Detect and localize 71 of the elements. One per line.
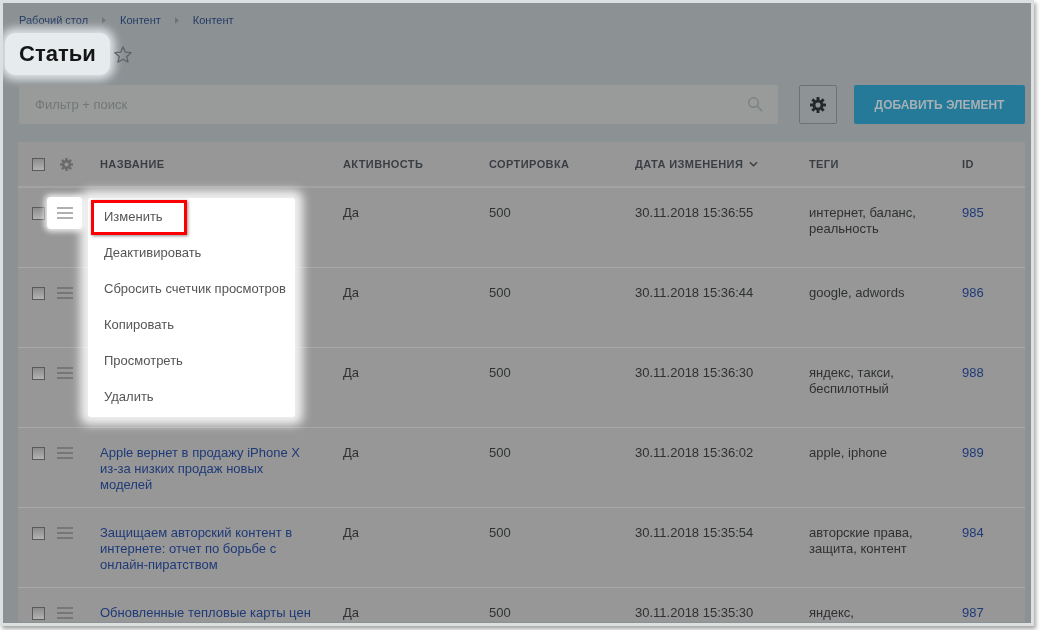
- row-checkbox[interactable]: [32, 607, 45, 620]
- id-link[interactable]: 988: [962, 365, 984, 380]
- hamburger-icon: [56, 447, 73, 459]
- table-cell: google, adwords: [809, 285, 905, 300]
- table-cell: 500: [489, 605, 511, 621]
- table-cell: 500: [489, 445, 511, 461]
- table-cell: 30.11.2018 15:35:54: [635, 525, 754, 541]
- menu-item[interactable]: Изменить: [91, 200, 187, 235]
- menu-item[interactable]: Копировать: [91, 308, 183, 343]
- id-link[interactable]: 989: [962, 445, 984, 460]
- table-cell: яндекс,: [809, 605, 854, 620]
- table-cell: 500: [489, 285, 511, 301]
- column-header[interactable]: АКТИВНОСТЬ: [343, 158, 424, 170]
- table-cell: авторские права, защита, контент: [809, 525, 913, 556]
- hamburger-icon: [56, 607, 73, 619]
- chevron-down-icon: [749, 161, 759, 167]
- column-header[interactable]: НАЗВАНИЕ: [100, 158, 165, 170]
- table-cell: 500: [489, 525, 511, 541]
- column-header[interactable]: ДАТА ИЗМЕНЕНИЯ: [635, 158, 759, 170]
- hamburger-icon: [56, 367, 73, 379]
- breadcrumb-link[interactable]: Рабочий стол: [19, 13, 89, 27]
- table-cell: Да: [343, 365, 360, 381]
- caret-right-icon: [174, 16, 179, 24]
- article-title-link[interactable]: Apple вернет в продажу iPhone X из-за низких продаж новых моделей: [100, 445, 317, 493]
- row-checkbox[interactable]: [32, 447, 45, 460]
- menu-item[interactable]: Деактивировать: [91, 236, 211, 271]
- menu-item[interactable]: Сбросить счетчик просмотров: [91, 272, 295, 307]
- row-menu-button[interactable]: [47, 197, 82, 229]
- star-icon[interactable]: [113, 45, 132, 63]
- table-cell: Да: [343, 525, 360, 541]
- hamburger-icon: [56, 527, 73, 539]
- table-cell: Да: [343, 205, 360, 221]
- article-title-link[interactable]: Защищаем авторский контент в интернете: отчет по борьбе с онлайн-пиратством: [100, 525, 317, 573]
- table-cell: 500: [489, 365, 511, 381]
- hamburger-icon: [56, 287, 73, 299]
- table-cell: Да: [343, 605, 360, 621]
- table-cell: Да: [343, 285, 360, 301]
- gear-icon[interactable]: [60, 157, 73, 171]
- add-element-button[interactable]: ДОБАВИТЬ ЭЛЕМЕНТ: [854, 85, 1025, 124]
- column-header[interactable]: СОРТИРОВКА: [489, 158, 570, 170]
- caret-right-icon: [102, 16, 107, 24]
- table-cell: 30.11.2018 15:36:30: [635, 365, 754, 381]
- id-link[interactable]: 984: [962, 525, 984, 540]
- row-checkbox[interactable]: [32, 367, 45, 380]
- column-header[interactable]: ТЕГИ: [809, 158, 839, 170]
- table-cell: 30.11.2018 15:35:30: [635, 605, 754, 621]
- row-checkbox[interactable]: [32, 207, 45, 220]
- page-title: Статьи: [5, 33, 110, 75]
- id-link[interactable]: 985: [962, 205, 984, 220]
- table-cell: интернет, баланс, реальность: [809, 205, 916, 236]
- row-checkbox[interactable]: [32, 527, 45, 540]
- id-link[interactable]: 986: [962, 285, 984, 300]
- menu-item[interactable]: Просмотреть: [91, 344, 192, 379]
- breadcrumb-link[interactable]: Контент: [120, 13, 161, 27]
- table-cell: apple, iphone: [809, 445, 888, 460]
- menu-item[interactable]: Удалить: [91, 380, 163, 415]
- table-cell: 30.11.2018 15:36:02: [635, 445, 754, 461]
- article-title-link[interactable]: Обновленные тепловые карты цен: [100, 605, 317, 621]
- settings-icon: [810, 96, 826, 113]
- select-all-checkbox[interactable]: [32, 157, 45, 171]
- row-checkbox[interactable]: [32, 287, 45, 300]
- table-cell: 30.11.2018 15:36:55: [635, 205, 754, 221]
- breadcrumb-link[interactable]: Контент: [192, 13, 234, 27]
- settings-button[interactable]: [799, 85, 837, 124]
- table-cell: яндекс, такси, беспилотный: [809, 365, 894, 396]
- column-header[interactable]: ID: [962, 158, 974, 170]
- hamburger-icon: [56, 207, 73, 219]
- table-cell: Да: [343, 445, 360, 461]
- id-link[interactable]: 987: [962, 605, 984, 620]
- table-cell: 500: [489, 205, 511, 221]
- table-cell: 30.11.2018 15:36:44: [635, 285, 754, 301]
